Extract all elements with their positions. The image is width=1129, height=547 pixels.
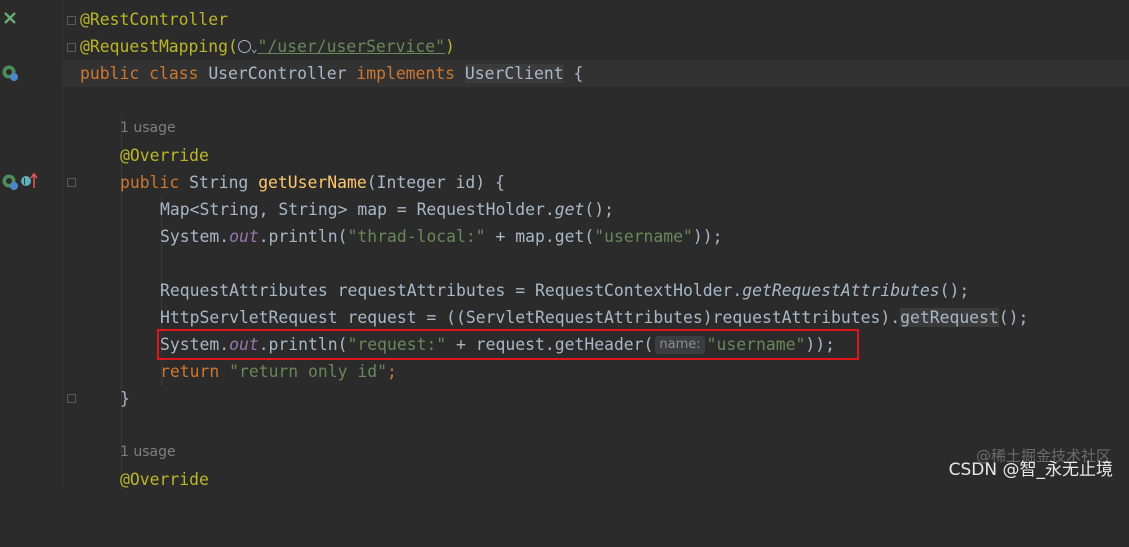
code-line[interactable]: public String getUserName(Integer id) { — [63, 169, 1129, 196]
code-editor[interactable]: @RestController @RequestMapping(⌄"/user/… — [63, 0, 1129, 490]
annotation: @RequestMapping( — [80, 37, 238, 56]
code-line[interactable]: @RestController — [63, 6, 1129, 33]
code-line[interactable]: RequestAttributes requestAttributes = Re… — [63, 277, 1129, 304]
code-text: System. — [160, 227, 230, 246]
code-line[interactable]: @RequestMapping(⌄"/user/userService") — [63, 33, 1129, 60]
usage-hint[interactable]: 1 usage — [120, 439, 176, 466]
method-name: getUserName — [258, 173, 367, 192]
annotation-close: ) — [445, 37, 455, 56]
code-line[interactable]: @Override — [63, 142, 1129, 169]
svg-text:I: I — [23, 178, 26, 188]
brace: { — [573, 64, 584, 83]
static-call: getRequestAttributes — [742, 281, 940, 300]
code-text: (); — [998, 308, 1029, 327]
code-text: RequestAttributes requestAttributes = Re… — [160, 281, 743, 300]
params: (Integer id) { — [366, 173, 505, 192]
interface-name[interactable]: UserClient — [464, 64, 564, 83]
brace: } — [120, 389, 130, 408]
code-text: + map.get( — [485, 227, 595, 246]
keyword: implements — [356, 64, 456, 83]
annotation: @Override — [120, 470, 209, 489]
code-line[interactable]: Map<String, String> map = RequestHolder.… — [63, 196, 1129, 223]
globe-icon[interactable]: ⌄ — [237, 37, 258, 56]
spring-bean-icon[interactable] — [2, 10, 18, 26]
editor-gutter: I — [0, 0, 62, 490]
code-line[interactable]: HttpServletRequest request = ((ServletRe… — [63, 304, 1129, 331]
code-text: (); — [584, 200, 614, 219]
static-call: get — [554, 200, 585, 219]
code-text: )); — [692, 227, 723, 246]
code-text: .println( — [258, 227, 348, 246]
spring-web-icon[interactable] — [1, 64, 19, 82]
class-name: UserController — [208, 64, 347, 83]
implements-method-icon[interactable]: I — [19, 172, 39, 190]
code-line[interactable]: System.out.println("thrad-local:" + map.… — [63, 223, 1129, 250]
keyword: return — [160, 362, 220, 381]
annotation: @RestController — [80, 10, 229, 29]
keyword: public — [120, 173, 180, 192]
mapping-path[interactable]: "/user/userService" — [258, 37, 446, 56]
highlight-box — [157, 329, 859, 360]
usage-hint[interactable]: 1 usage — [120, 115, 176, 142]
code-text: HttpServletRequest request = ((ServletRe… — [160, 308, 901, 327]
annotation: @Override — [120, 146, 209, 165]
keyword: public — [80, 64, 140, 83]
code-text: (); — [939, 281, 970, 300]
method-call[interactable]: getRequest — [900, 308, 999, 327]
string-literal: "thrad-local:" — [347, 227, 486, 246]
keyword: class — [149, 64, 199, 83]
watermark: CSDN @智_永无止境 — [948, 460, 1113, 480]
string-literal: "return only id" — [229, 362, 387, 381]
code-line[interactable]: } — [63, 385, 1129, 412]
code-line[interactable]: return "return only id"; — [63, 358, 1129, 385]
string-literal: "username" — [594, 227, 693, 246]
type: String — [189, 173, 249, 192]
code-text: Map<String, String> map = RequestHolder. — [160, 200, 555, 219]
spring-web-icon[interactable] — [1, 173, 19, 191]
static-field: out — [229, 227, 259, 246]
code-line-current[interactable]: public class UserController implements U… — [63, 60, 1129, 87]
semicolon: ; — [386, 362, 397, 381]
